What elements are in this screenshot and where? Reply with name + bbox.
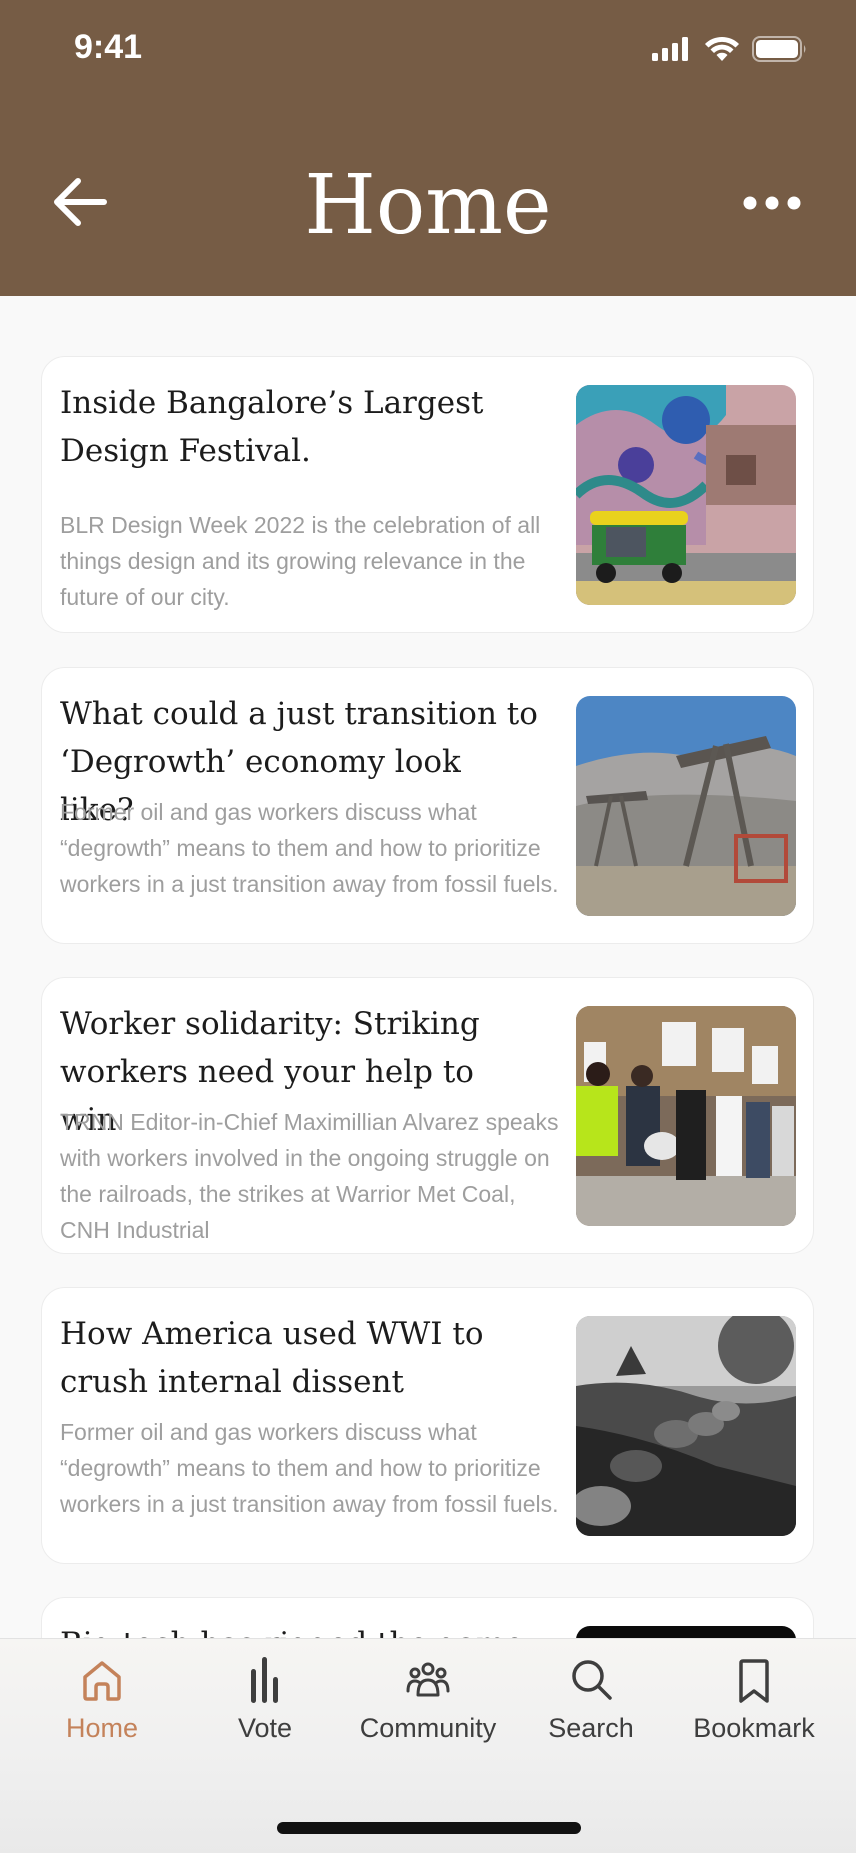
home-icon <box>83 1661 121 1701</box>
community-icon <box>406 1662 450 1697</box>
tab-label: Search <box>548 1713 634 1743</box>
wwi-trench-photo <box>576 1316 796 1536</box>
article-thumbnail <box>576 696 796 916</box>
status-time: 9:41 <box>74 28 143 66</box>
article-thumbnail <box>576 385 796 605</box>
article-description: BLR Design Week 2022 is the celebration … <box>60 512 541 610</box>
tab-bookmark[interactable]: Bookmark <box>674 1655 834 1775</box>
article-description: Former oil and gas workers discuss what … <box>60 799 559 897</box>
more-options-button[interactable] <box>740 188 804 218</box>
article-title: Inside Bangalore’s Largest Design Festiv… <box>60 385 484 469</box>
more-dots-icon <box>743 196 801 210</box>
mural-autorickshaw-photo <box>576 385 796 605</box>
article-thumbnail <box>576 1006 796 1226</box>
vote-bars-icon <box>251 1657 278 1703</box>
tab-label: Community <box>359 1713 497 1743</box>
article-card[interactable]: How America used WWI to crush internal d… <box>41 1287 814 1564</box>
article-thumbnail <box>576 1626 796 1638</box>
article-description: Former oil and gas workers discuss what … <box>60 1419 559 1517</box>
tab-vote[interactable]: Vote <box>185 1655 345 1775</box>
article-card[interactable]: Inside Bangalore’s Largest Design Festiv… <box>41 356 814 633</box>
article-card[interactable]: What could a just transition to ‘Degrowt… <box>41 667 814 944</box>
bookmark-icon <box>739 1659 769 1703</box>
bottom-tab-bar: Home Vote Community Search Bookmark <box>0 1638 856 1853</box>
cellular-signal-icon <box>652 37 688 61</box>
app-header: 9:41 Home <box>0 0 856 296</box>
article-feed[interactable]: Inside Bangalore’s Largest Design Festiv… <box>0 296 856 1638</box>
tab-search[interactable]: Search <box>511 1655 671 1775</box>
article-thumbnail <box>576 1316 796 1536</box>
battery-icon <box>752 36 806 62</box>
status-icons <box>652 36 808 62</box>
article-title: Big tech has rigged the game <box>60 1620 540 1638</box>
tab-home[interactable]: Home <box>22 1655 182 1775</box>
article-title: How America used WWI to crush internal d… <box>60 1316 484 1400</box>
tab-label: Bookmark <box>693 1713 815 1743</box>
wifi-icon <box>705 36 739 61</box>
strike-march-photo <box>576 1006 796 1226</box>
page-title: Home <box>304 158 552 253</box>
search-icon <box>572 1660 612 1700</box>
tab-label: Vote <box>237 1713 293 1743</box>
tab-community[interactable]: Community <box>348 1655 508 1775</box>
tab-label: Home <box>65 1713 139 1743</box>
dark-photo <box>576 1626 796 1638</box>
article-description: TRNN Editor-in-Chief Maximillian Alvarez… <box>60 1109 559 1243</box>
home-indicator <box>277 1822 581 1834</box>
article-card[interactable]: Worker solidarity: Striking workers need… <box>41 977 814 1254</box>
article-card[interactable]: Big tech has rigged the game <box>41 1597 814 1638</box>
oil-pumpjacks-photo <box>576 696 796 916</box>
